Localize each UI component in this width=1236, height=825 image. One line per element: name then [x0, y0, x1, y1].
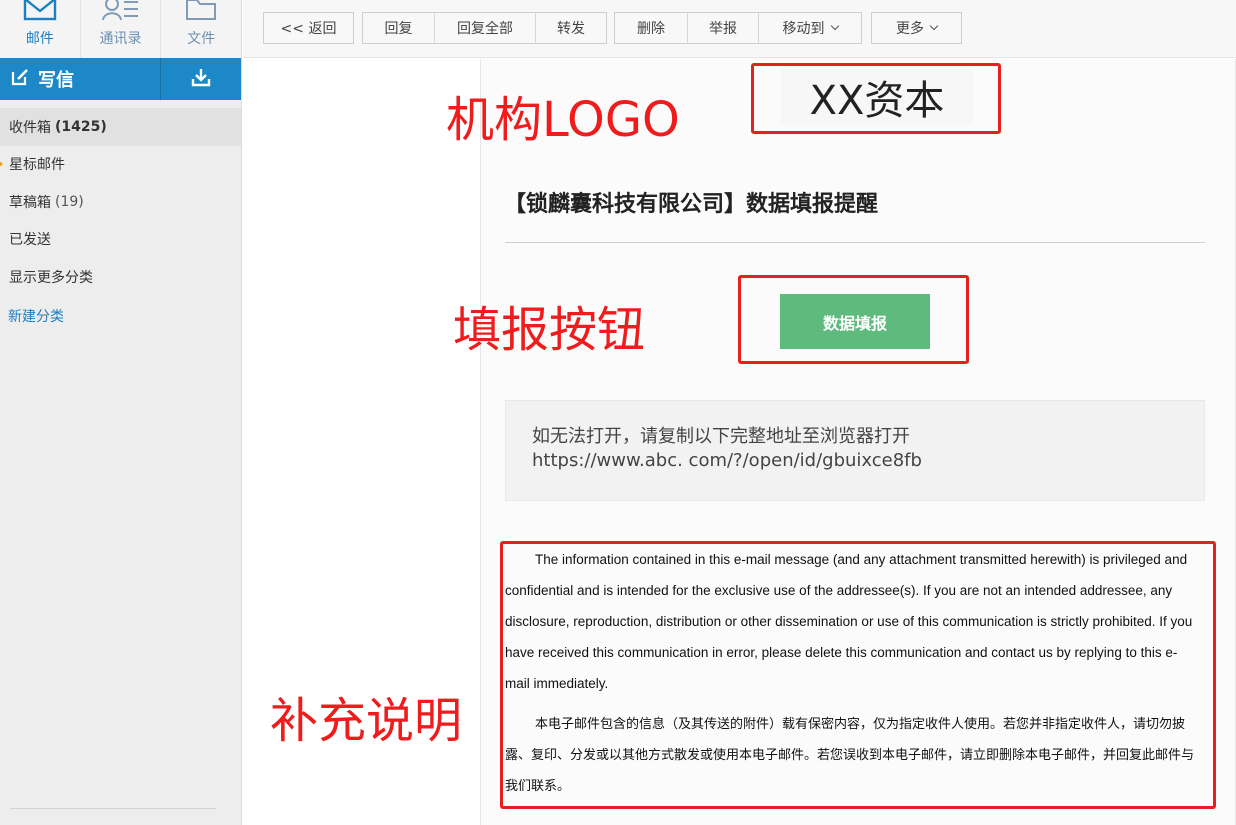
tab-mail[interactable]: 邮件	[0, 0, 80, 58]
inbox-count: (1425)	[55, 118, 107, 135]
contacts-icon	[101, 0, 141, 26]
mail-toolbar: << 返回 回复 回复全部 转发 删除 举报 移动到 更多	[243, 0, 1236, 58]
tab-contacts[interactable]: 通讯录	[79, 0, 161, 58]
forward-button[interactable]: 转发	[535, 13, 606, 43]
manage-group: 删除 举报 移动到	[614, 12, 862, 44]
fallback-link-notice: 如无法打开，请复制以下完整地址至浏览器打开 https://www.abc. c…	[505, 400, 1205, 501]
tab-files[interactable]: 文件	[160, 0, 241, 58]
reply-all-button[interactable]: 回复全部	[434, 13, 535, 43]
sidebar-item-inbox[interactable]: 收件箱 (1425)	[0, 108, 241, 146]
annotation-logo: 机构LOGO	[446, 92, 680, 148]
tab-files-label: 文件	[187, 31, 216, 47]
chevron-down-icon	[929, 21, 939, 31]
more-categories-label: 显示更多分类	[9, 269, 93, 286]
annotation-button: 填报按钮	[453, 302, 646, 358]
fallback-url[interactable]: https://www.abc. com/?/open/id/gbuixce8f…	[532, 449, 1178, 473]
folder-icon	[185, 0, 217, 26]
mail-title: 【锁麟囊科技有限公司】数据填报提醒	[504, 192, 879, 217]
annotation-note: 补充说明	[270, 693, 463, 749]
tab-contacts-label: 通讯录	[99, 31, 142, 47]
download-icon	[191, 67, 211, 91]
title-divider	[505, 242, 1205, 243]
note-highlight-box	[500, 541, 1216, 809]
sidebar-item-drafts[interactable]: 草稿箱 (19)	[0, 183, 241, 221]
reply-button[interactable]: 回复	[363, 13, 434, 43]
compose-button[interactable]: 写信	[0, 58, 161, 100]
inbox-label: 收件箱	[9, 119, 51, 136]
button-highlight-box	[738, 275, 969, 364]
move-to-dropdown[interactable]: 移动到	[758, 13, 861, 43]
notice-text: 如无法打开，请复制以下完整地址至浏览器打开	[532, 426, 910, 447]
top-nav: 邮件 通讯录 文件	[0, 0, 241, 58]
more-dropdown[interactable]: 更多	[871, 12, 962, 44]
drafts-label: 草稿箱	[9, 194, 51, 211]
write-bar: 写信	[0, 58, 241, 100]
sidebar-item-starred[interactable]: 星标邮件	[0, 146, 241, 184]
reply-group: 回复 回复全部 转发	[362, 12, 607, 44]
sent-label: 已发送	[9, 232, 51, 249]
more-label: 更多	[896, 21, 924, 37]
drafts-count: (19)	[55, 193, 84, 210]
mail-icon	[23, 0, 57, 26]
sidebar: 邮件 通讯录 文件 写信 收件箱 (1425) 星标邮件 草稿箱 (19) 已发…	[0, 0, 242, 825]
back-button[interactable]: << 返回	[263, 12, 354, 44]
logo-highlight-box	[751, 63, 1001, 134]
chevron-down-icon	[830, 21, 839, 31]
delete-button[interactable]: 删除	[615, 13, 687, 43]
compose-icon	[10, 67, 38, 92]
sidebar-item-more-categories[interactable]: 显示更多分类	[0, 258, 241, 296]
sidebar-item-sent[interactable]: 已发送	[0, 221, 241, 259]
receive-button[interactable]	[161, 58, 241, 100]
folder-list: 收件箱 (1425) 星标邮件 草稿箱 (19) 已发送 显示更多分类 新建分类	[0, 108, 241, 336]
tab-mail-label: 邮件	[25, 31, 54, 47]
star-indicator-icon	[0, 159, 3, 168]
move-to-label: 移动到	[782, 21, 825, 37]
report-button[interactable]: 举报	[687, 13, 758, 43]
new-category-link[interactable]: 新建分类	[0, 296, 241, 336]
sidebar-divider	[10, 808, 216, 809]
compose-label: 写信	[38, 70, 74, 91]
starred-label: 星标邮件	[9, 157, 65, 174]
